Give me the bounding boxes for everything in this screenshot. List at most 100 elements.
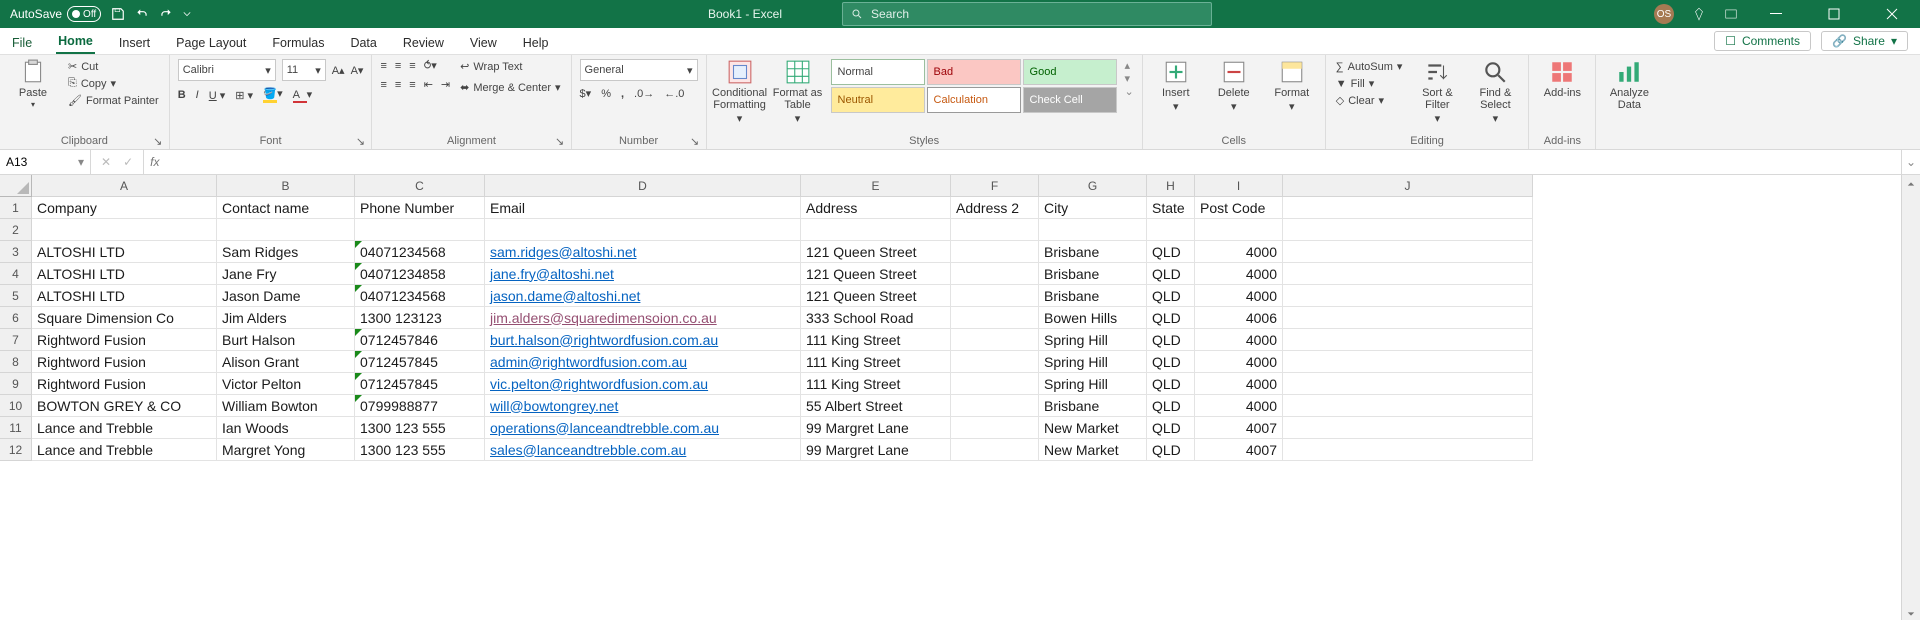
- cell[interactable]: ALTOSHI LTD: [32, 285, 217, 307]
- style-good[interactable]: Good: [1023, 59, 1117, 85]
- row-header[interactable]: 9: [0, 373, 32, 395]
- number-format-select[interactable]: General▾: [580, 59, 698, 81]
- row-header[interactable]: 1: [0, 197, 32, 219]
- cell[interactable]: admin@rightwordfusion.com.au: [485, 351, 801, 373]
- cell[interactable]: Spring Hill: [1039, 373, 1147, 395]
- vertical-scrollbar[interactable]: [1901, 175, 1920, 620]
- cell[interactable]: 121 Queen Street: [801, 263, 951, 285]
- row-header[interactable]: 8: [0, 351, 32, 373]
- column-header[interactable]: D: [485, 175, 801, 197]
- save-icon[interactable]: [111, 7, 125, 21]
- cell[interactable]: [1283, 351, 1533, 373]
- cell[interactable]: QLD: [1147, 307, 1195, 329]
- cell[interactable]: QLD: [1147, 373, 1195, 395]
- cell[interactable]: ALTOSHI LTD: [32, 241, 217, 263]
- cell[interactable]: Contact name: [217, 197, 355, 219]
- share-button[interactable]: 🔗 Share ▾: [1821, 31, 1908, 51]
- cell[interactable]: 4000: [1195, 351, 1283, 373]
- cell[interactable]: [1283, 417, 1533, 439]
- name-box[interactable]: A13▾: [0, 150, 91, 174]
- cell[interactable]: 121 Queen Street: [801, 241, 951, 263]
- cell[interactable]: Email: [485, 197, 801, 219]
- row-header[interactable]: 3: [0, 241, 32, 263]
- cell[interactable]: Spring Hill: [1039, 351, 1147, 373]
- cell[interactable]: Jim Alders: [217, 307, 355, 329]
- fx-icon[interactable]: fx: [144, 150, 165, 174]
- column-header[interactable]: I: [1195, 175, 1283, 197]
- font-name-select[interactable]: Calibri▾: [178, 59, 276, 81]
- cell[interactable]: William Bowton: [217, 395, 355, 417]
- cell[interactable]: 0799988877: [355, 395, 485, 417]
- style-calculation[interactable]: Calculation: [927, 87, 1021, 113]
- cell[interactable]: [951, 439, 1039, 461]
- cell[interactable]: City: [1039, 197, 1147, 219]
- cell[interactable]: 55 Albert Street: [801, 395, 951, 417]
- cell[interactable]: jane.fry@altoshi.net: [485, 263, 801, 285]
- currency-icon[interactable]: $▾: [580, 87, 592, 100]
- cell[interactable]: Spring Hill: [1039, 329, 1147, 351]
- align-left-icon[interactable]: ≡: [380, 79, 386, 91]
- formula-expand-icon[interactable]: ⌄: [1901, 150, 1920, 174]
- cell[interactable]: 4000: [1195, 241, 1283, 263]
- cell[interactable]: Address: [801, 197, 951, 219]
- cell[interactable]: [217, 219, 355, 241]
- format-as-table-button[interactable]: Format as Table▾: [773, 59, 823, 125]
- column-header[interactable]: C: [355, 175, 485, 197]
- undo-icon[interactable]: [135, 7, 149, 21]
- cell[interactable]: Brisbane: [1039, 395, 1147, 417]
- close-button[interactable]: [1872, 0, 1912, 28]
- style-scroll-up-icon[interactable]: ▴: [1125, 59, 1134, 72]
- cell[interactable]: burt.halson@rightwordfusion.com.au: [485, 329, 801, 351]
- copy-button[interactable]: ⎘Copy ▾: [66, 76, 161, 91]
- cell[interactable]: 4007: [1195, 417, 1283, 439]
- align-top-icon[interactable]: ≡: [380, 60, 386, 72]
- cell[interactable]: Address 2: [951, 197, 1039, 219]
- cell[interactable]: [1283, 285, 1533, 307]
- italic-button[interactable]: I: [196, 89, 199, 101]
- cell[interactable]: QLD: [1147, 241, 1195, 263]
- cell[interactable]: [951, 241, 1039, 263]
- cell-styles-gallery[interactable]: Normal Bad Good Neutral Calculation Chec…: [831, 59, 1117, 113]
- align-center-icon[interactable]: ≡: [395, 79, 401, 91]
- select-all-corner[interactable]: [0, 175, 32, 197]
- cell[interactable]: operations@lanceandtrebble.com.au: [485, 417, 801, 439]
- cell[interactable]: [951, 329, 1039, 351]
- qat-dropdown-icon[interactable]: [183, 7, 191, 21]
- cell[interactable]: Square Dimension Co: [32, 307, 217, 329]
- cell[interactable]: 121 Queen Street: [801, 285, 951, 307]
- style-more-icon[interactable]: ⌄: [1125, 85, 1134, 98]
- row-header[interactable]: 12: [0, 439, 32, 461]
- tab-data[interactable]: Data: [348, 32, 378, 54]
- cell[interactable]: 4006: [1195, 307, 1283, 329]
- cell[interactable]: [355, 219, 485, 241]
- launcher-icon[interactable]: ↘: [555, 135, 565, 145]
- cell[interactable]: [951, 395, 1039, 417]
- diamond-icon[interactable]: [1692, 7, 1706, 21]
- row-header[interactable]: 4: [0, 263, 32, 285]
- cell[interactable]: [1283, 439, 1533, 461]
- cell[interactable]: 99 Margret Lane: [801, 417, 951, 439]
- row-header[interactable]: 6: [0, 307, 32, 329]
- increase-decimal-icon[interactable]: .0→: [634, 88, 654, 100]
- cell[interactable]: [1283, 263, 1533, 285]
- cell[interactable]: Phone Number: [355, 197, 485, 219]
- cell[interactable]: Victor Pelton: [217, 373, 355, 395]
- cell[interactable]: Rightword Fusion: [32, 329, 217, 351]
- cell[interactable]: [951, 285, 1039, 307]
- tab-formulas[interactable]: Formulas: [270, 32, 326, 54]
- tab-review[interactable]: Review: [401, 32, 446, 54]
- cell[interactable]: Brisbane: [1039, 263, 1147, 285]
- comments-button[interactable]: ☐ Comments: [1714, 31, 1811, 51]
- font-color-button[interactable]: A▾: [293, 88, 313, 103]
- tab-view[interactable]: View: [468, 32, 499, 54]
- cell[interactable]: Margret Yong: [217, 439, 355, 461]
- fill-button[interactable]: ▼Fill ▾: [1334, 76, 1405, 91]
- cell[interactable]: Company: [32, 197, 217, 219]
- cell[interactable]: Brisbane: [1039, 285, 1147, 307]
- cell[interactable]: 1300 123123: [355, 307, 485, 329]
- cell[interactable]: 0712457845: [355, 373, 485, 395]
- cell[interactable]: 4007: [1195, 439, 1283, 461]
- cell[interactable]: jim.alders@squaredimensoion.co.au: [485, 307, 801, 329]
- cell[interactable]: 4000: [1195, 329, 1283, 351]
- cell[interactable]: 0712457845: [355, 351, 485, 373]
